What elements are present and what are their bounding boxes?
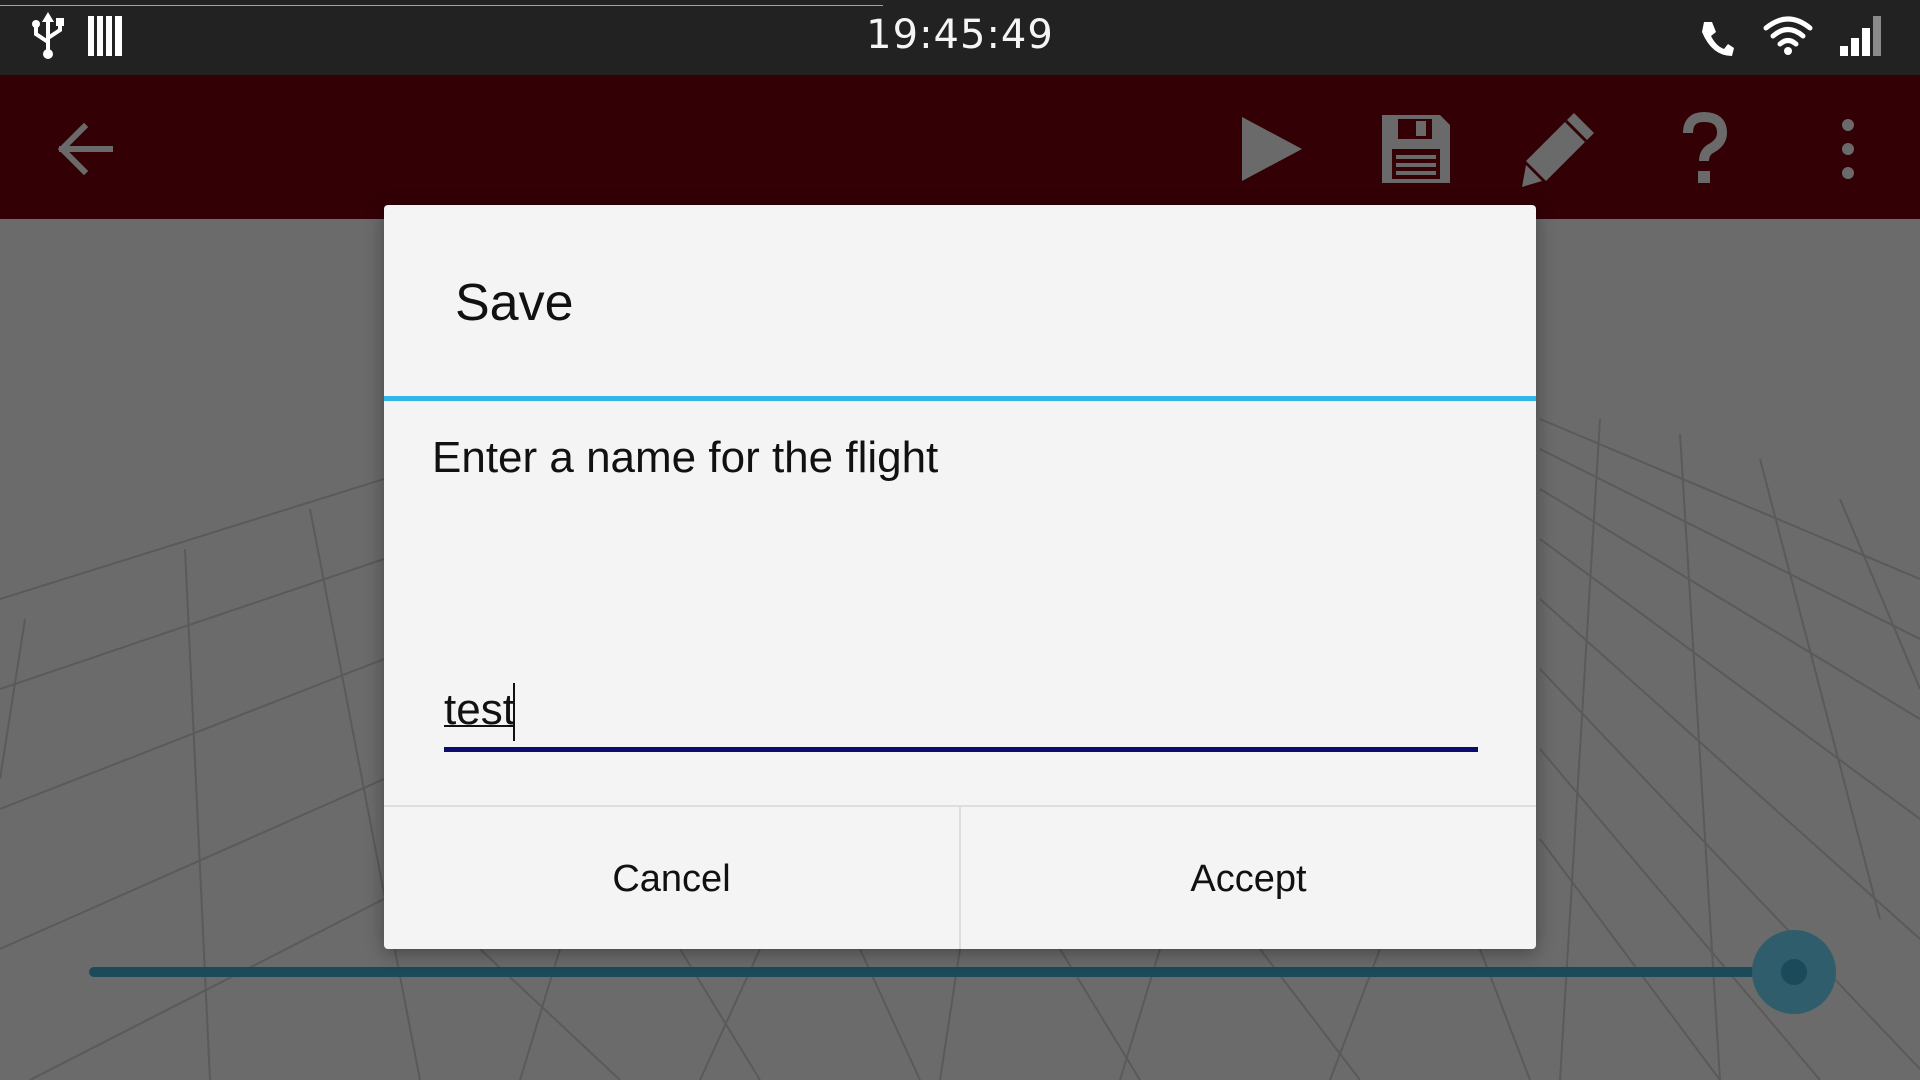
dialog-title: Save: [455, 274, 574, 332]
flight-name-underline: [444, 747, 1478, 752]
play-icon[interactable]: [1232, 109, 1312, 189]
overflow-menu-icon[interactable]: [1808, 109, 1888, 189]
playback-progress-track[interactable]: [89, 967, 1829, 977]
signal-icon: [1838, 14, 1890, 62]
help-icon[interactable]: [1664, 109, 1744, 189]
accept-button[interactable]: Accept: [961, 807, 1536, 949]
status-progress-line: [0, 5, 883, 6]
status-bar: 19:45:49: [0, 0, 1920, 75]
save-dialog: Save Enter a name for the flight Cancel …: [384, 205, 1536, 949]
pencil-icon[interactable]: [1518, 109, 1598, 189]
back-arrow-icon[interactable]: [44, 109, 124, 189]
wifi-icon: [1762, 14, 1814, 60]
action-bar: [0, 75, 1920, 219]
status-clock: 19:45:49: [866, 12, 1054, 58]
dialog-title-divider: [384, 396, 1536, 401]
dialog-button-bar: Cancel Accept: [384, 805, 1536, 949]
cancel-button[interactable]: Cancel: [384, 807, 961, 949]
phone-call-icon: [1698, 18, 1734, 62]
dialog-message: Enter a name for the flight: [432, 433, 939, 482]
playback-progress-thumb[interactable]: [1781, 959, 1808, 985]
text-cursor: [513, 683, 515, 741]
save-icon[interactable]: [1376, 109, 1456, 189]
flight-name-field[interactable]: [444, 655, 1478, 755]
flight-name-input[interactable]: [444, 675, 1474, 745]
